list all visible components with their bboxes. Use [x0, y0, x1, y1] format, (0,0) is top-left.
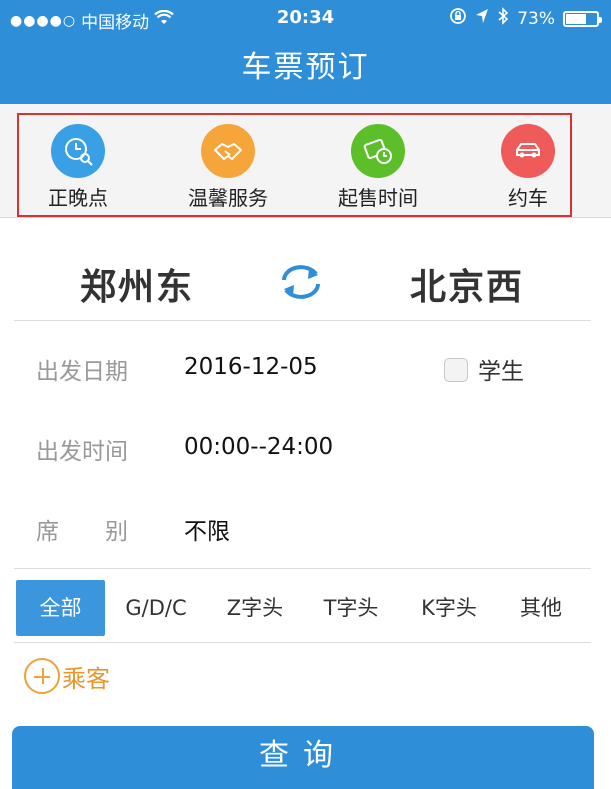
quick-action-label: 温馨服务: [188, 186, 268, 210]
departure-time-label: 出发时间: [36, 439, 128, 465]
bluetooth-icon: [497, 7, 509, 30]
swap-stations-icon[interactable]: [276, 260, 326, 308]
add-circle-icon: [24, 658, 60, 694]
add-passenger-button[interactable]: 乘客: [24, 658, 110, 694]
status-right: 73%: [449, 7, 602, 30]
battery-percent: 73%: [517, 8, 555, 29]
quick-action-label: 起售时间: [338, 186, 418, 210]
car-icon: [501, 124, 555, 178]
quick-action-book-car[interactable]: 约车: [473, 124, 583, 211]
clock-search-icon: [51, 124, 105, 178]
seat-class-value[interactable]: 不限: [184, 512, 230, 546]
rotation-lock-icon: [449, 7, 467, 30]
student-label[interactable]: 学生: [478, 352, 524, 386]
quick-action-label: 约车: [508, 186, 548, 210]
quick-action-label: 正晚点: [48, 186, 108, 210]
tab-z[interactable]: Z字头: [212, 580, 298, 636]
battery-fill: [566, 13, 587, 24]
arrival-station[interactable]: 北京西: [410, 258, 524, 310]
page-title: 车票预订: [0, 36, 611, 104]
train-type-tabs: 全部 G/D/C Z字头 T字头 K字头 其他: [0, 570, 611, 642]
quick-action-delay-status[interactable]: 正晚点: [23, 124, 133, 211]
departure-station[interactable]: 郑州东: [80, 258, 194, 310]
divider: [14, 568, 591, 569]
status-bar: ●●●●○ 中国移动 20:34 73%: [0, 0, 611, 36]
location-icon: [475, 8, 489, 29]
tab-other[interactable]: 其他: [498, 580, 584, 636]
add-passenger-label: 乘客: [62, 664, 110, 693]
quick-action-sale-time[interactable]: 起售时间: [323, 124, 433, 211]
divider: [14, 320, 591, 321]
handshake-icon: [201, 124, 255, 178]
student-checkbox[interactable]: [444, 358, 468, 382]
tab-t[interactable]: T字头: [308, 580, 394, 636]
battery-icon: [563, 10, 602, 27]
divider: [14, 642, 591, 643]
tab-k[interactable]: K字头: [406, 580, 492, 636]
route-selector: 郑州东 北京西: [0, 218, 611, 318]
query-button[interactable]: 查询: [12, 726, 594, 789]
tab-gdc[interactable]: G/D/C: [113, 580, 199, 636]
departure-date-label: 出发日期: [36, 359, 128, 385]
ticket-clock-icon: [351, 124, 405, 178]
quick-actions-panel: 正晚点 温馨服务 起售时间 约车: [0, 104, 611, 218]
tab-all[interactable]: 全部: [16, 580, 105, 636]
quick-action-warm-service[interactable]: 温馨服务: [173, 124, 283, 211]
departure-time-value[interactable]: 00:00--24:00: [184, 434, 333, 460]
seat-class-label: 席 别: [36, 519, 128, 545]
departure-date-value[interactable]: 2016-12-05: [184, 354, 318, 380]
